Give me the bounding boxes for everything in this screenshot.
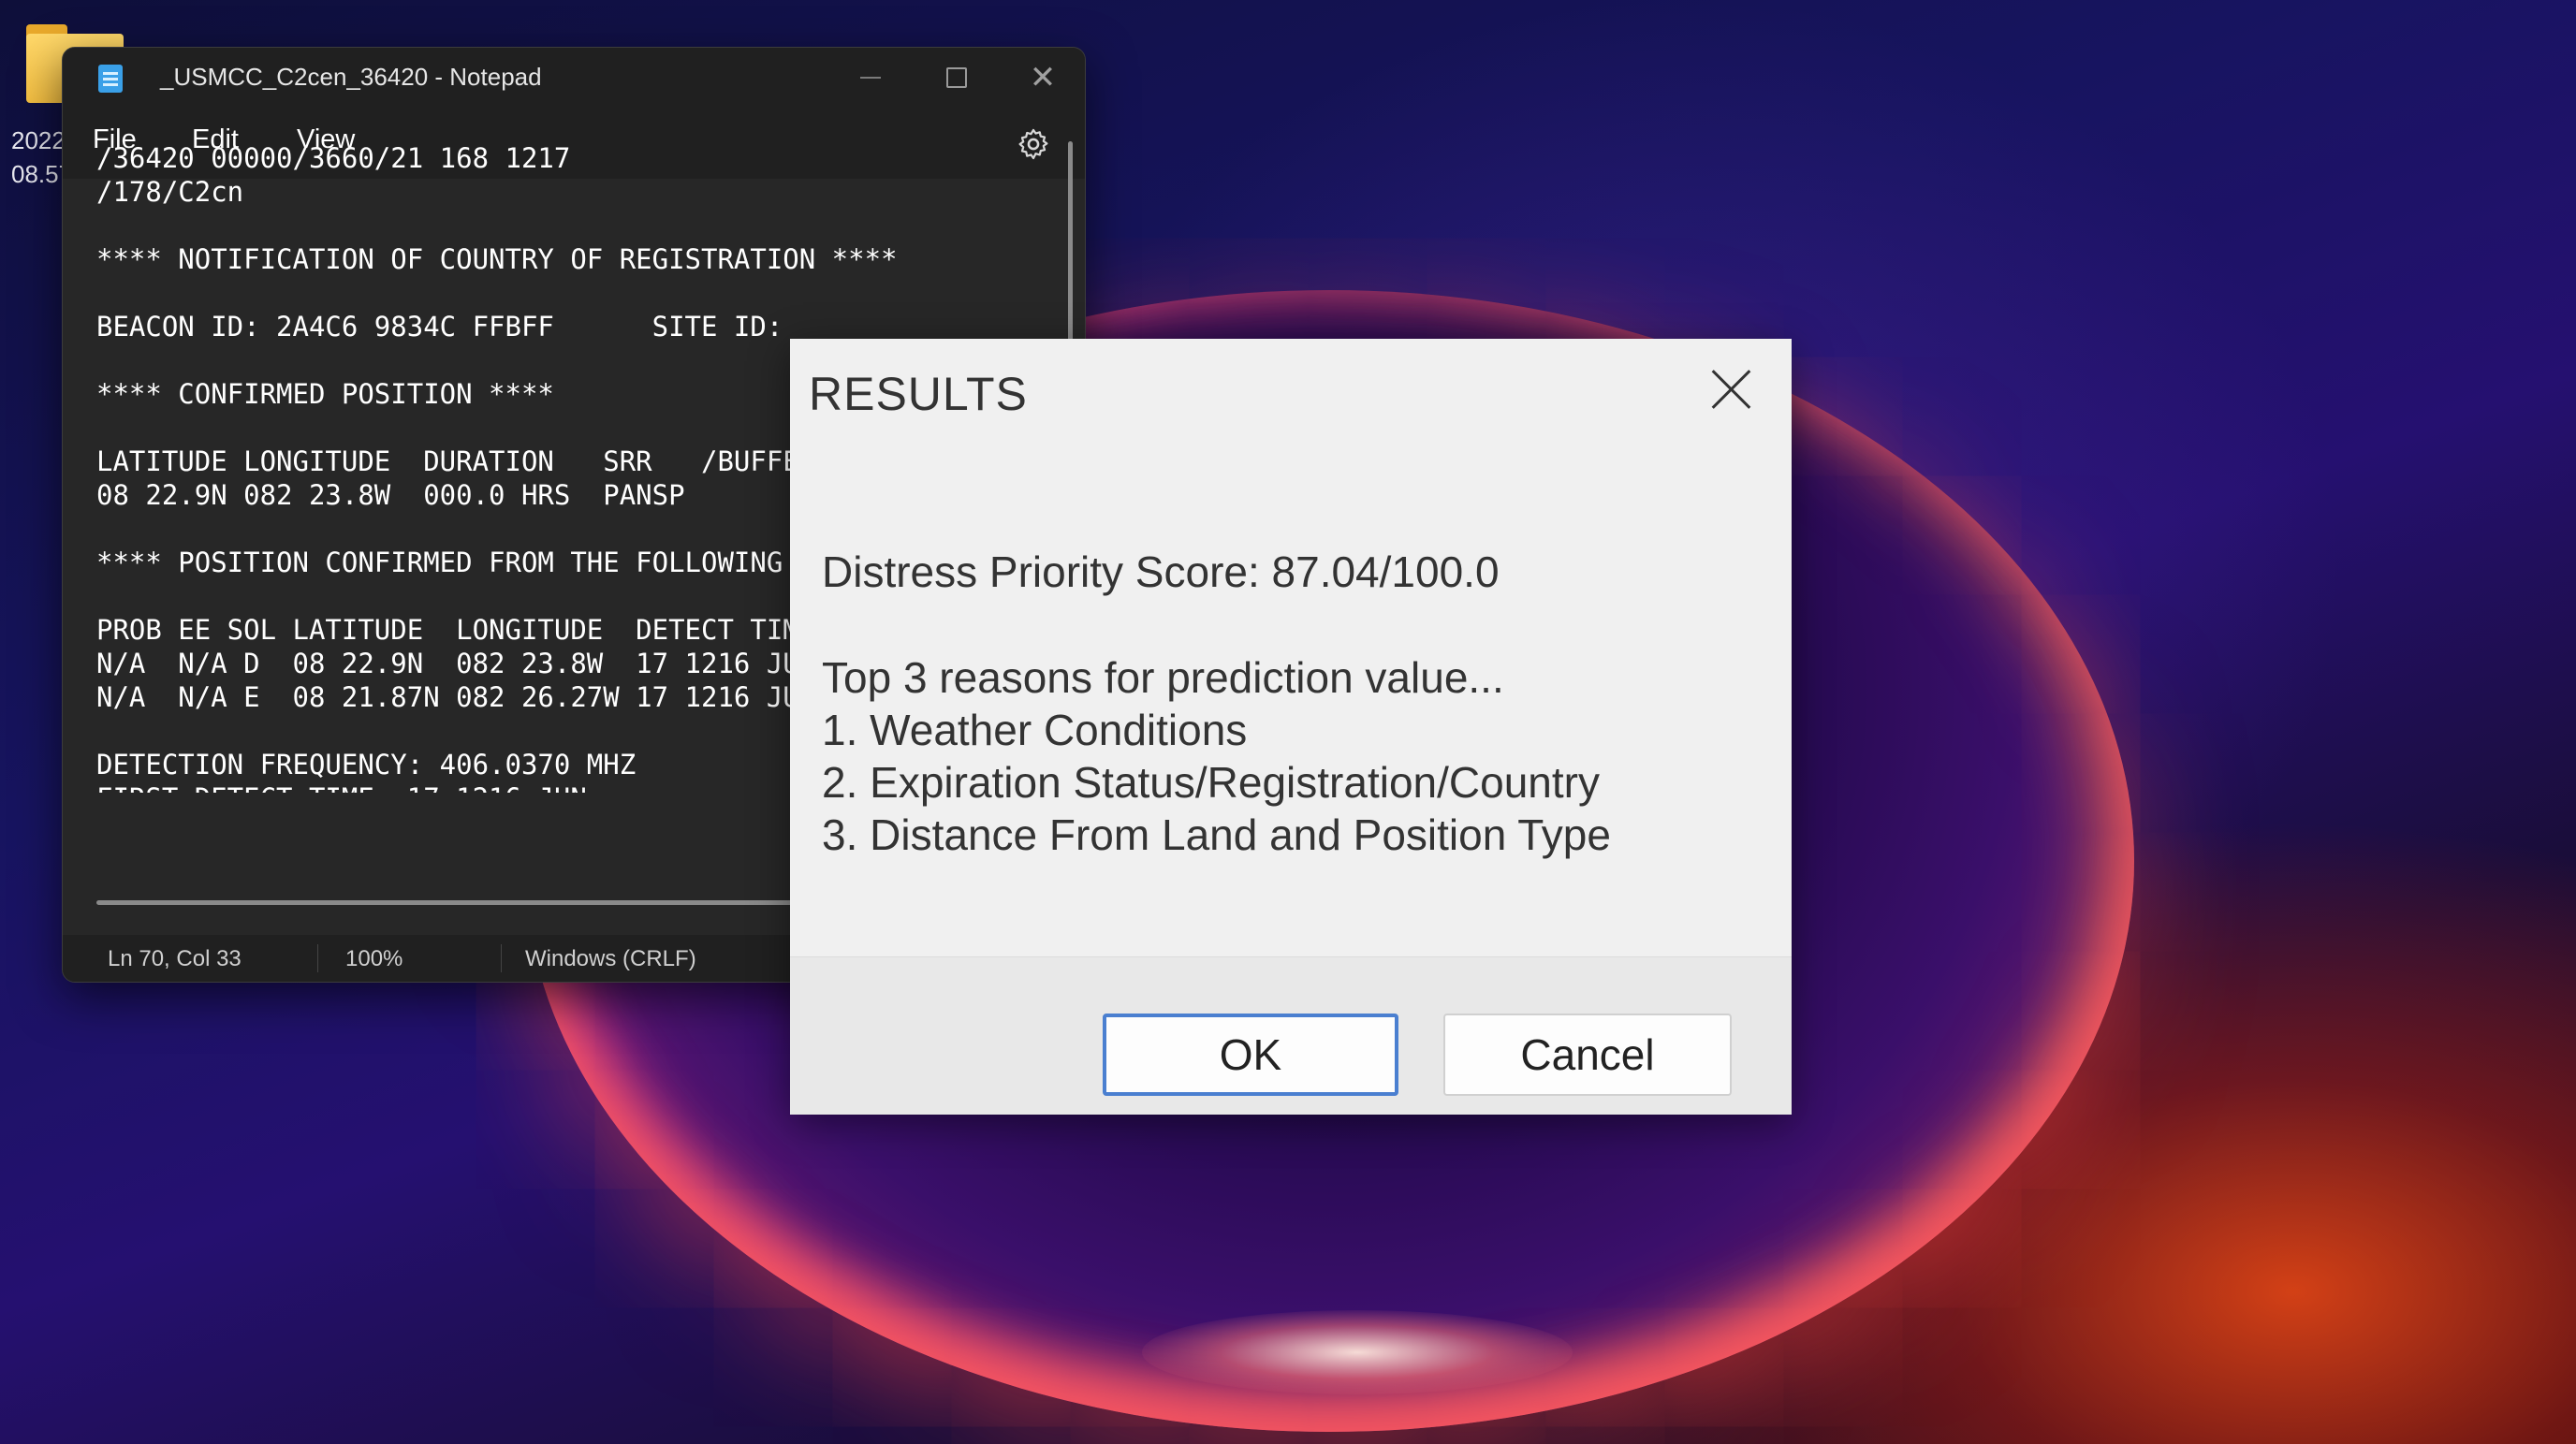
dialog-footer: OK Cancel: [790, 956, 1792, 1115]
status-divider: [501, 944, 502, 972]
dialog-title: RESULTS: [809, 368, 1028, 420]
status-cursor-position: Ln 70, Col 33: [108, 946, 242, 971]
status-zoom[interactable]: 100%: [345, 946, 402, 972]
wallpaper-glow: [1142, 1310, 1573, 1394]
status-line-ending[interactable]: Windows (CRLF): [525, 946, 696, 972]
status-divider: [317, 944, 318, 972]
reason-item: 1. Weather Conditions: [822, 706, 1248, 754]
ok-button[interactable]: OK: [1103, 1014, 1398, 1096]
reason-item: 3. Distance From Land and Position Type: [822, 810, 1611, 859]
desktop-background: 2022 08.57 _USMCC_C2cen_36420 - Notepad …: [0, 0, 2576, 1444]
reasons-list: Top 3 reasons for prediction value... 1.…: [822, 651, 1611, 861]
reasons-heading: Top 3 reasons for prediction value...: [822, 653, 1504, 702]
cancel-button[interactable]: Cancel: [1443, 1014, 1732, 1096]
dialog-close-button[interactable]: [1702, 359, 1762, 419]
reason-item: 2. Expiration Status/Registration/Countr…: [822, 758, 1600, 807]
horizontal-scrollbar[interactable]: [96, 900, 808, 905]
results-dialog: RESULTS Distress Priority Score: 87.04/1…: [790, 339, 1792, 1115]
priority-score-text: Distress Priority Score: 87.04/100.0: [822, 547, 1500, 596]
